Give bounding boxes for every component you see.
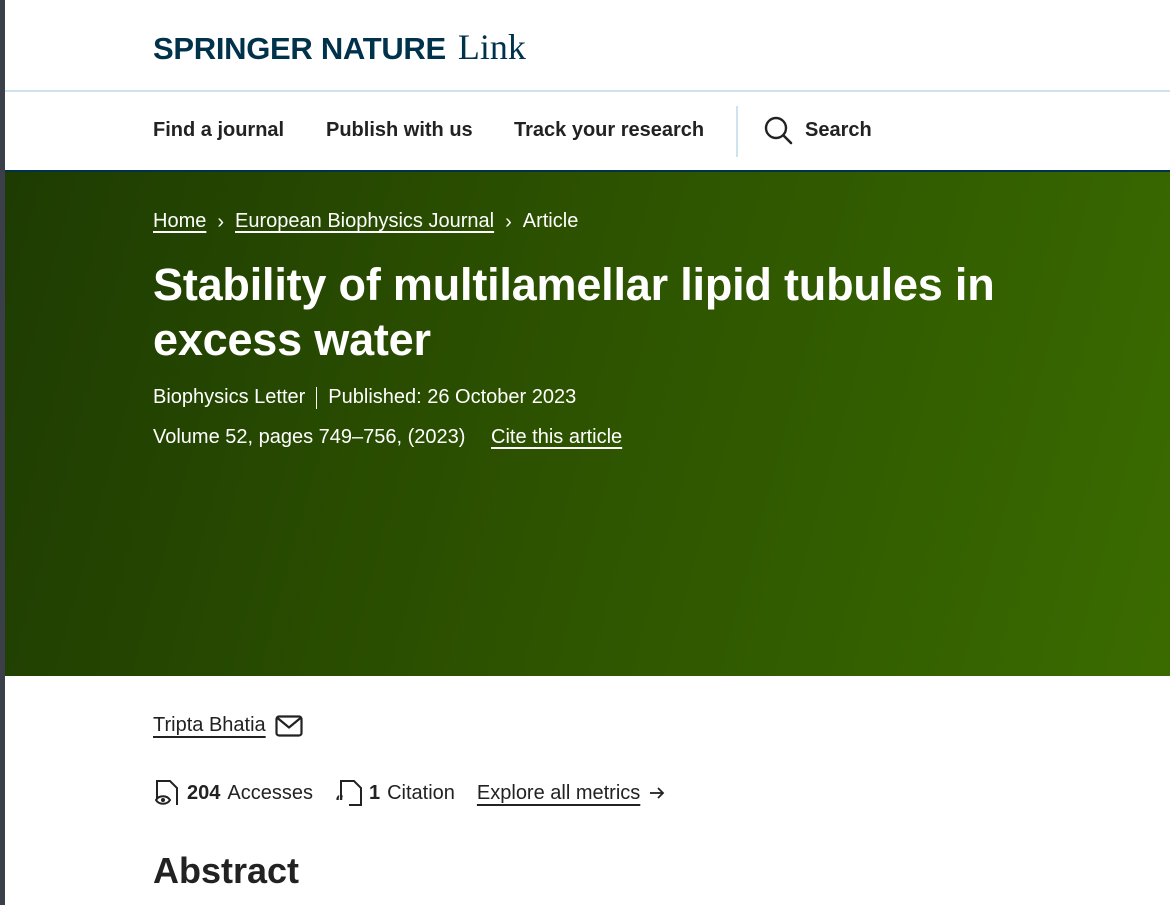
nav-track-research[interactable]: Track your research (514, 119, 704, 142)
search-button[interactable]: Search (763, 115, 872, 145)
main-nav: Find a journal Publish with us Track you… (5, 92, 1170, 172)
nav-publish-with-us[interactable]: Publish with us (326, 119, 473, 142)
citations-label: Citation (387, 781, 455, 804)
explore-metrics-link[interactable]: Explore all metrics (477, 782, 640, 805)
email-icon[interactable] (275, 714, 303, 737)
citation-icon: “ (335, 780, 362, 808)
brand-header: SPRINGER NATURE Link (5, 0, 1170, 91)
springer-nature-link-logo[interactable]: SPRINGER NATURE Link (153, 26, 526, 68)
article-metrics: 204 Accesses “ 1 Citation Explore all me… (153, 778, 666, 808)
nav-divider (736, 106, 738, 157)
breadcrumb-journal[interactable]: European Biophysics Journal (235, 210, 494, 233)
published-date: Published: 26 October 2023 (328, 386, 577, 408)
chevron-right-icon: › (217, 210, 225, 233)
arrow-right-icon (650, 787, 665, 799)
article-citation-info: Volume 52, pages 749–756, (2023) Cite th… (153, 426, 622, 449)
nav-find-journal[interactable]: Find a journal (153, 119, 284, 142)
author-list: Tripta Bhatia (153, 714, 303, 737)
brand-product: Link (457, 27, 526, 67)
article-hero: Home › European Biophysics Journal › Art… (5, 172, 1170, 676)
abstract-heading: Abstract (153, 850, 300, 891)
search-icon (764, 116, 793, 145)
meta-separator (316, 386, 318, 409)
cite-article-link[interactable]: Cite this article (491, 426, 622, 448)
accesses-icon (154, 780, 178, 805)
author-link[interactable]: Tripta Bhatia (153, 714, 266, 737)
citations-count: 1 (368, 781, 381, 804)
search-label: Search (805, 118, 872, 141)
breadcrumb: Home › European Biophysics Journal › Art… (153, 210, 578, 233)
volume-pages: Volume 52, pages 749–756, (2023) (153, 426, 466, 448)
svg-text:“: “ (335, 794, 344, 808)
breadcrumb-current: Article (522, 210, 579, 232)
article-meta: Biophysics Letter Published: 26 October … (153, 386, 576, 409)
article-type: Biophysics Letter (153, 386, 306, 408)
brand-name: SPRINGER NATURE (153, 31, 446, 66)
chevron-right-icon: › (505, 210, 512, 233)
article-title: Stability of multilamellar lipid tubules… (153, 259, 995, 365)
breadcrumb-home[interactable]: Home (153, 210, 206, 233)
accesses-count: 204 (187, 781, 221, 804)
accesses-label: Accesses (227, 781, 313, 804)
